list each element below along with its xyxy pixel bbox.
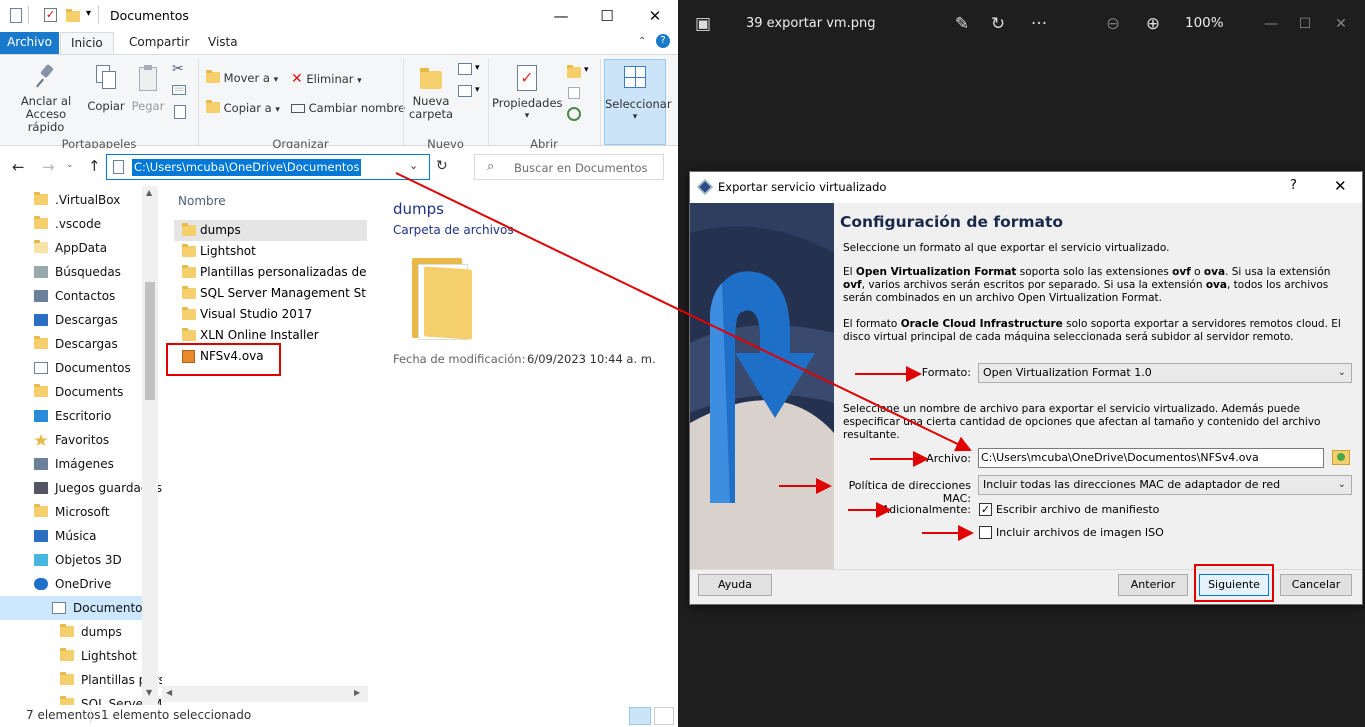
annotation-arrows xyxy=(395,172,974,541)
arrow-address-to-file xyxy=(395,172,972,452)
